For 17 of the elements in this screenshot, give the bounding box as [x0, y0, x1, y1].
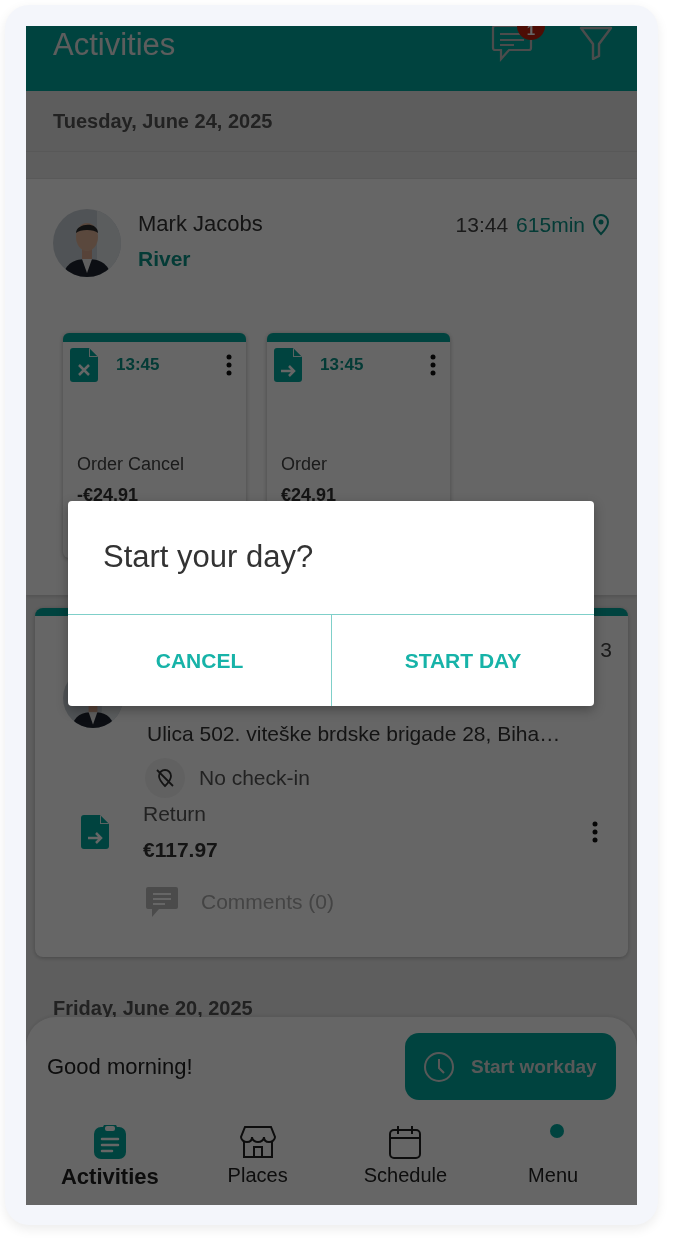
document-time: 13:45	[320, 355, 365, 375]
document-time: 13:45	[116, 355, 161, 375]
document-type: Order	[281, 454, 328, 475]
visit-duration: 615min	[516, 213, 585, 237]
document-amount: €117.97	[143, 838, 219, 862]
document-type: Return	[143, 802, 208, 826]
visit-time: 13:44	[455, 213, 509, 237]
visit-time: 3	[600, 638, 612, 662]
place-name: River	[138, 247, 192, 271]
document-type: Order Cancel	[77, 454, 186, 475]
date-heading: Friday, June 20, 2025	[52, 996, 254, 1020]
greeting-text: Good morning!	[47, 1053, 193, 1080]
dialog-title: Start your day?	[68, 501, 594, 615]
customer-name: Mark Jacobs	[138, 211, 264, 237]
check-in-status: No check-in	[199, 766, 310, 790]
screen-title: Activities	[53, 26, 176, 64]
address-text: Ulica 502. viteške brdske brigade 28, Biha…	[147, 722, 562, 746]
